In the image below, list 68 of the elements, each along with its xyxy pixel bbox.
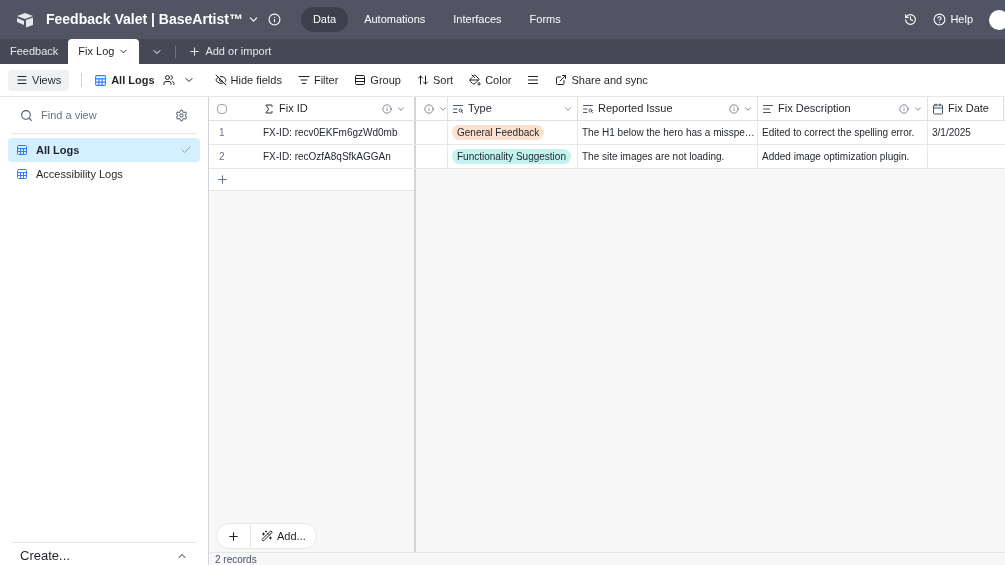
table-cell-text: Added image optimization plugin.	[762, 150, 910, 164]
table-tab[interactable]: Feedback	[0, 39, 69, 64]
search-icon	[20, 108, 33, 122]
add-row-icon[interactable]	[216, 173, 229, 186]
type-tag: Functionality Suggestion	[452, 149, 571, 164]
type-tag: General Feedback	[452, 125, 545, 140]
search-field[interactable]: Find a view	[41, 106, 167, 124]
external-link-icon	[555, 74, 568, 86]
table-tab[interactable]: Fix Log	[68, 39, 140, 64]
sort-icon	[416, 74, 429, 86]
column-header[interactable]: Type	[448, 97, 578, 120]
base-title[interactable]: Feedback Valet | BaseArtist™	[46, 9, 243, 30]
toolbar-button[interactable]: Sort	[416, 71, 454, 89]
help-icon	[933, 13, 947, 26]
view-item[interactable]: All Logs	[8, 138, 200, 162]
plus-icon	[227, 529, 240, 543]
toolbar-button[interactable]: Hide fields	[214, 71, 282, 89]
menu-icon	[16, 74, 28, 86]
lookup-icon	[582, 102, 594, 115]
logo-icon	[16, 11, 34, 28]
views-button[interactable]: Views	[8, 69, 70, 91]
table-cell-text: 3/1/2025	[932, 126, 971, 140]
history-icon[interactable]	[904, 13, 918, 26]
view-item[interactable]: Accessibility Logs	[8, 162, 200, 186]
people-icon	[162, 74, 175, 86]
check-icon	[180, 144, 192, 156]
toolbar-button[interactable]: Color	[469, 71, 512, 89]
nav-tab[interactable]: Data	[300, 7, 349, 32]
toolbar-button[interactable]: Filter	[297, 71, 339, 89]
paint-bucket-icon	[469, 74, 482, 86]
filter-icon	[297, 74, 310, 86]
calendar-icon	[932, 102, 944, 115]
view-switcher[interactable]: All Logs	[94, 71, 195, 89]
record-count: 2 records	[215, 553, 257, 565]
settings-icon[interactable]	[175, 108, 188, 122]
add-or-import-button[interactable]: Add or import	[176, 39, 284, 64]
column-header[interactable]: Fix Description	[758, 97, 928, 120]
toolbar-button[interactable]: Group	[354, 71, 401, 89]
help-button[interactable]: Help	[933, 11, 973, 28]
nav-tab[interactable]: Forms	[517, 7, 573, 32]
row-number: 1	[218, 126, 226, 140]
nav-tab[interactable]: Interfaces	[441, 7, 514, 32]
table-cell-text: The H1 below the hero has a misspe…	[582, 126, 755, 140]
row-height-icon[interactable]	[527, 74, 540, 86]
column-header[interactable]: Reported Issue	[578, 97, 758, 120]
text-icon	[762, 102, 774, 115]
table-cell-text: The site images are not loading.	[582, 150, 725, 164]
select-all-checkbox[interactable]	[217, 103, 227, 114]
lookup-icon	[452, 102, 464, 115]
avatar[interactable]	[989, 9, 1005, 30]
row-number: 2	[218, 150, 226, 164]
group-icon	[354, 74, 367, 86]
eye-off-icon	[214, 74, 227, 86]
grid-icon	[16, 144, 28, 156]
info-icon	[729, 103, 739, 114]
column-header[interactable]: Fix Date	[928, 97, 1004, 120]
table-cell-text: Edited to correct the spelling error.	[762, 126, 915, 140]
column-header[interactable]: Fix ID	[255, 97, 416, 120]
grid-icon	[16, 168, 28, 180]
formula-icon	[263, 102, 275, 115]
grid-icon	[94, 73, 108, 87]
create-button[interactable]: Create...	[20, 547, 188, 565]
share-button[interactable]: Share and sync	[555, 71, 648, 89]
plus-icon	[188, 45, 202, 58]
magic-wand-icon	[261, 530, 273, 542]
info-icon	[899, 103, 909, 114]
nav-tab[interactable]: Automations	[352, 7, 438, 32]
info-icon	[382, 103, 392, 114]
